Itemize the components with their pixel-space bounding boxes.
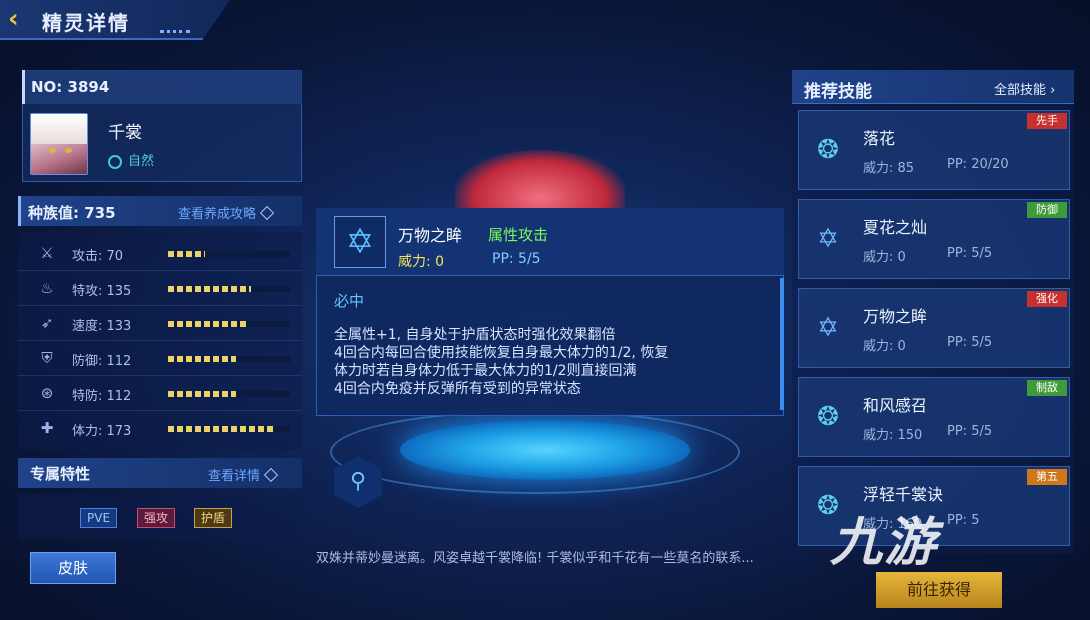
star-icon: ✡ [817,224,839,254]
diamond-icon [259,205,275,221]
bandage-icon: ✚ [40,419,54,437]
stat-bar [168,356,290,362]
watermark-logo: 九游 [830,513,939,573]
description-line: 4回合内免疫并反弹所有受到的异常状态 [334,381,581,397]
stat-bar [168,251,290,257]
stat-bar [168,286,290,292]
stat-bar-fill [168,286,251,292]
stat-bar [168,426,290,432]
stat-label: 特防: 112 [72,389,132,404]
stat-label: 攻击: 70 [72,249,124,264]
skill-popup-name: 万物之眸 [398,226,463,245]
skill-pp: PP: 5/5 [947,246,993,261]
spirit-type-label: 自然 [128,154,155,169]
skill-pp: PP: 5/5 [947,424,993,439]
skill-tag: 先手 [1027,113,1067,129]
exclusive-trait-title: 专属特性 [30,465,91,483]
stat-label: 防御: 112 [72,354,132,369]
skill-power: 威力: 0 [863,250,906,265]
guard-icon: ⊛ [40,384,54,402]
skill-power: 威力: 150 [863,428,923,443]
stat-bar-fill [168,391,237,397]
stat-bar-fill [168,356,237,362]
description-line: 4回合内每回合使用技能恢复自身最大体力的1/2, 恢复 [334,345,669,361]
star-icon: ✡ [334,216,386,268]
skill-pp: PP: 5/5 [947,335,993,350]
flame-icon: ♨ [40,279,54,297]
stat-row-hp: ✚ 体力: 173 [18,411,302,446]
spirit-name: 千裳 [108,123,142,143]
spirit-avatar [30,113,88,175]
skill-power: 威力: 85 [863,161,915,176]
view-training-guide-label: 查看养成攻略 [178,207,257,222]
header-decoration [160,30,190,34]
skill-popup-header [316,208,784,276]
skill-card[interactable]: ❂ 和风感召 威力: 150 PP: 5/5 制敌 [798,377,1070,457]
swirl-icon: ❂ [817,135,839,165]
skill-card[interactable]: ✡ 夏花之灿 威力: 0 PP: 5/5 防御 [798,199,1070,279]
popup-scrollbar[interactable] [780,278,784,410]
skill-popup-pp: PP: 5/5 [492,251,541,267]
stat-bar [168,391,290,397]
skill-tag: 强化 [1027,291,1067,307]
skill-card[interactable]: ✡ 万物之眸 威力: 0 PP: 5/5 强化 [798,288,1070,368]
tag-strong-attack: 强攻 [137,508,176,528]
view-training-guide-link[interactable]: 查看养成攻略 [178,203,275,222]
skill-name: 落花 [863,129,896,148]
stat-bar-fill [168,321,249,327]
all-skills-label: 全部技能 [994,83,1047,98]
skill-name: 夏花之灿 [863,218,928,237]
skill-name: 和风感召 [863,396,928,415]
stat-bar-fill [168,251,205,257]
skill-popup-power: 威力: 0 [398,254,445,270]
skill-tag: 制敌 [1027,380,1067,396]
skill-pp: PP: 20/20 [947,157,1009,172]
stat-label: 速度: 133 [72,319,132,334]
swirl-icon: ❂ [817,402,839,432]
recommended-skills-title: 推荐技能 [804,82,872,102]
tag-shield: 护盾 [194,508,233,528]
skill-power: 威力: 0 [863,339,906,354]
view-details-label: 查看详情 [208,469,261,484]
stat-label: 体力: 173 [72,424,132,439]
stat-row-attack: ⚔ 攻击: 70 [18,236,302,271]
description-line: 体力时若自身体力低于最大体力的1/2则直接回满 [334,363,637,379]
skill-tag: 防御 [1027,202,1067,218]
tag-pve: PVE [80,508,118,528]
go-obtain-button[interactable]: 前往获得 [876,572,1002,608]
stats-panel: ⚔ 攻击: 70 ♨ 特攻: 135 ➶ 速度: 133 ⛨ 防御: 112 ⊛ 特防: … [18,232,302,450]
skill-popup-subtitle: 必中 [334,292,365,310]
stat-label: 特攻: 135 [72,284,132,299]
stat-bar [168,321,290,327]
skill-name: 万物之眸 [863,307,928,326]
spirit-type: 自然 [108,150,154,169]
spirit-platform [400,420,690,480]
page-title: 精灵详情 [42,11,130,35]
back-arrow-icon[interactable]: ‹ [8,6,30,32]
skill-pp: PP: 5 [947,513,980,528]
flavor-text: 双姝并蒂妙曼迷离。风姿卓越千裳降临! 千裳似乎和千花有一些莫名的联系... [316,551,754,566]
stat-row-sp-attack: ♨ 特攻: 135 [18,271,302,306]
boot-icon: ➶ [40,314,54,332]
skill-tag: 第五 [1027,469,1067,485]
skill-card[interactable]: ❂ 落花 威力: 85 PP: 20/20 先手 [798,110,1070,190]
stat-row-defense: ⛨ 防御: 112 [18,341,302,376]
spirit-number: NO: 3894 [22,70,302,104]
description-line: 全属性+1, 自身处于护盾状态时强化效果翻倍 [334,327,616,343]
star-icon: ✡ [817,313,839,343]
view-details-link[interactable]: 查看详情 [208,465,279,484]
sword-icon: ⚔ [40,244,54,262]
skill-popup-type: 属性攻击 [488,226,549,244]
stat-row-sp-defense: ⊛ 特防: 112 [18,376,302,411]
all-skills-link[interactable]: 全部技能 › [994,79,1055,98]
skin-button[interactable]: 皮肤 [30,552,116,584]
diamond-icon [263,467,279,483]
race-value: 种族值: 735 [28,204,116,222]
stat-row-speed: ➶ 速度: 133 [18,306,302,341]
nature-type-icon [108,154,122,169]
shield-icon: ⛨ [41,349,53,367]
stat-bar-fill [168,426,276,432]
